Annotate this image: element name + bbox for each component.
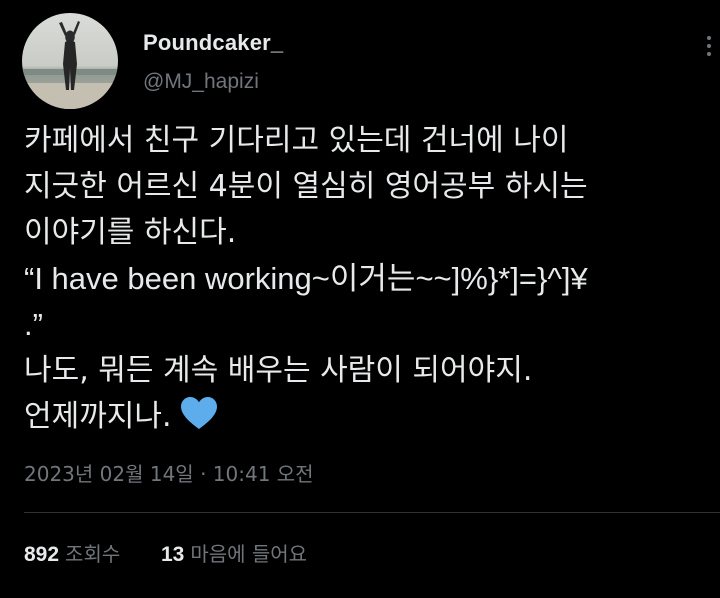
avatar[interactable] <box>22 13 118 109</box>
tweet-line: 나도, 뭐든 계속 배우는 사람이 되어야지. <box>24 353 533 388</box>
blue-heart-icon <box>180 396 218 444</box>
tweet-card: Poundcaker_ @MJ_hapizi 카페에서 친구 기다리고 있는데 … <box>0 0 720 598</box>
tweet-text: 카페에서 친구 기다리고 있는데 건너에 나이 지긋한 어르신 4분이 열심히 … <box>24 118 714 444</box>
likes-stat[interactable]: 13 마음에 들어요 <box>161 542 307 566</box>
tweet-line: .” <box>24 307 43 342</box>
tweet-line: 지긋한 어르신 4분이 열심히 영어공부 하시는 <box>24 169 588 204</box>
tweet-timestamp[interactable]: 2023년 02월 14일 · 10:41 오전 <box>24 458 314 487</box>
author-name[interactable]: Poundcaker_ <box>143 30 283 56</box>
likes-count: 13 <box>160 543 185 566</box>
views-stat[interactable]: 892 조회수 <box>24 542 127 566</box>
views-count: 892 <box>24 543 60 566</box>
tweet-line: “I have been working~이거는~~]%}*]=}^]¥ <box>24 261 588 296</box>
views-label: 조회수 <box>65 542 121 566</box>
more-options-icon[interactable] <box>694 28 720 64</box>
tweet-line: 이야기를 하신다. <box>24 215 237 250</box>
avatar-photo <box>22 13 118 109</box>
tweet-stats: 892 조회수 13 마음에 들어요 <box>24 538 307 567</box>
author-handle[interactable]: @MJ_hapizi <box>143 70 259 94</box>
divider <box>24 512 720 513</box>
tweet-line-text: 언제까지나. <box>24 399 172 434</box>
tweet-line: 카페에서 친구 기다리고 있는데 건너에 나이 <box>24 123 569 158</box>
likes-label: 마음에 들어요 <box>190 542 308 566</box>
tweet-line-last: 언제까지나. <box>24 394 714 444</box>
